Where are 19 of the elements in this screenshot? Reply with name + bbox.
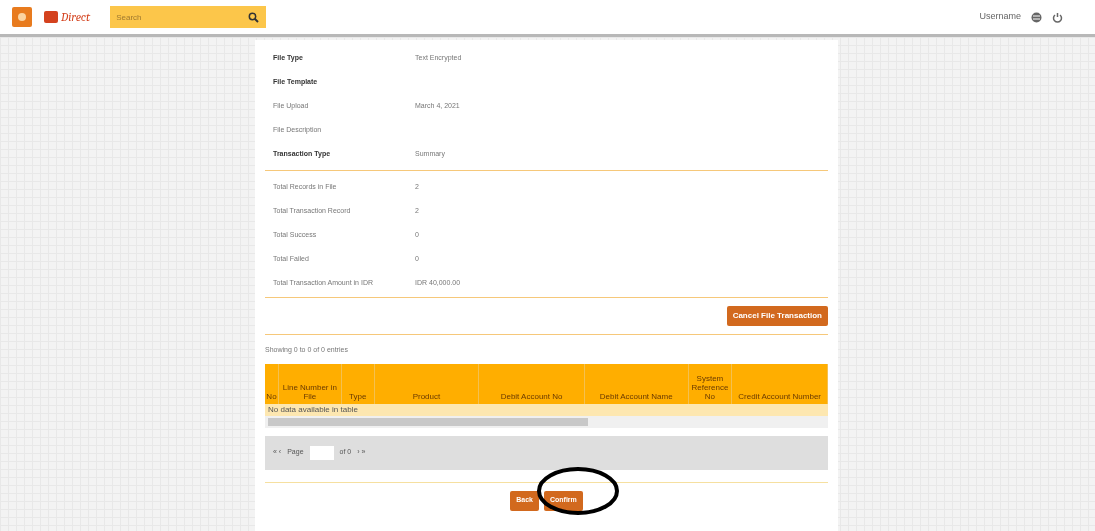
column-header[interactable]: Type	[341, 363, 375, 404]
brand-name: Direct	[61, 9, 91, 26]
page-input[interactable]	[309, 445, 334, 460]
column-header[interactable]: Debit Account No	[479, 363, 585, 404]
username-link[interactable]: Username	[979, 10, 1021, 24]
column-header[interactable]: No	[265, 363, 279, 404]
search-field[interactable]: Search	[110, 6, 249, 28]
app-logo-icon	[12, 7, 32, 27]
column-header[interactable]: Credit Account Number	[732, 363, 828, 404]
power-icon[interactable]	[1052, 11, 1063, 23]
search-icon[interactable]	[248, 11, 260, 23]
cancel-file-transaction-button[interactable]: Cancel File Transaction	[726, 306, 828, 326]
column-header[interactable]: Line Number in File	[278, 363, 342, 404]
column-header[interactable]: System Reference No	[688, 363, 733, 404]
search-button[interactable]	[248, 6, 267, 28]
globe-icon[interactable]	[1031, 11, 1042, 23]
brand-icon	[44, 11, 58, 23]
column-header[interactable]: Product	[374, 363, 480, 404]
column-header[interactable]: Debit Account Name	[584, 363, 689, 404]
